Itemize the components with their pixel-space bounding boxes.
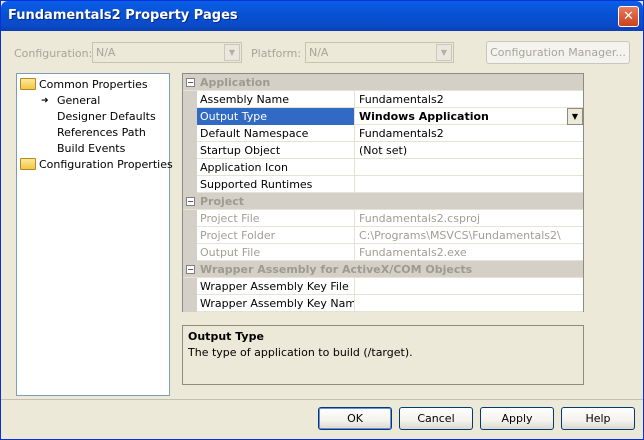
- configuration-value: N/A: [96, 46, 116, 59]
- folder-icon: [20, 158, 36, 170]
- property-row[interactable]: Startup Object (Not set): [183, 142, 583, 159]
- divider: [1, 399, 643, 400]
- category-project[interactable]: − Project: [183, 193, 583, 210]
- property-value[interactable]: Fundamentals2: [356, 125, 583, 142]
- platform-value: N/A: [309, 46, 329, 59]
- tree-item-build-events[interactable]: Build Events: [57, 141, 125, 157]
- tree-item-common-properties[interactable]: Common Properties: [20, 77, 148, 93]
- property-row[interactable]: Project File Fundamentals2.csproj: [183, 210, 583, 227]
- dropdown-arrow-icon[interactable]: ▼: [567, 108, 583, 125]
- property-row-selected[interactable]: Output Type Windows Application ▼: [183, 108, 583, 125]
- category-tree[interactable]: Common Properties ➜ General Designer Def…: [16, 73, 173, 396]
- property-row[interactable]: Supported Runtimes: [183, 176, 583, 193]
- property-name: Assembly Name: [197, 91, 355, 108]
- property-name: Startup Object: [197, 142, 355, 159]
- category-label: Application: [200, 76, 271, 89]
- tree-item-general[interactable]: ➜ General: [41, 93, 161, 109]
- window-title: Fundamentals2 Property Pages: [8, 8, 238, 23]
- selection-arrow-icon: ➜: [41, 96, 49, 106]
- property-name: Wrapper Assembly Key Name: [197, 295, 355, 312]
- configuration-manager-button: Configuration Manager...: [486, 41, 630, 64]
- tree-item-label: Common Properties: [39, 78, 148, 91]
- property-row[interactable]: Default Namespace Fundamentals2: [183, 125, 583, 142]
- title-bar[interactable]: Fundamentals2 Property Pages ✕: [1, 1, 643, 31]
- chevron-down-icon: ▼: [436, 44, 452, 61]
- property-value[interactable]: [356, 159, 583, 176]
- description-text: The type of application to build (/targe…: [188, 346, 413, 359]
- close-icon: ✕: [623, 9, 634, 24]
- property-name: Application Icon: [197, 159, 355, 176]
- property-value[interactable]: [356, 176, 583, 193]
- tree-item-configuration-properties[interactable]: Configuration Properties: [20, 157, 173, 173]
- ok-button[interactable]: OK: [318, 407, 392, 430]
- platform-label: Platform:: [251, 47, 302, 60]
- cancel-button[interactable]: Cancel: [399, 407, 473, 430]
- configuration-label: Configuration:: [14, 47, 93, 60]
- tree-item-label: Configuration Properties: [39, 158, 173, 171]
- tree-item-label: References Path: [57, 126, 146, 139]
- property-name: Output Type: [197, 108, 355, 125]
- property-name: Output File: [197, 244, 355, 261]
- property-grid[interactable]: − Application Assembly Name Fundamentals…: [182, 73, 584, 312]
- property-name: Default Namespace: [197, 125, 355, 142]
- category-label: Wrapper Assembly for ActiveX/COM Objects: [200, 263, 473, 276]
- folder-open-icon: [20, 78, 36, 90]
- category-wrapper-assembly[interactable]: − Wrapper Assembly for ActiveX/COM Objec…: [183, 261, 583, 278]
- property-name: Project File: [197, 210, 355, 227]
- property-value[interactable]: (Not set): [356, 142, 583, 159]
- category-label: Project: [200, 195, 245, 208]
- property-row[interactable]: Output File Fundamentals2.exe: [183, 244, 583, 261]
- description-title: Output Type: [188, 330, 264, 343]
- platform-select: N/A ▼: [305, 42, 454, 63]
- property-row[interactable]: Wrapper Assembly Key File: [183, 278, 583, 295]
- output-type-value[interactable]: Windows Application: [356, 108, 583, 125]
- property-row[interactable]: Assembly Name Fundamentals2: [183, 91, 583, 108]
- configuration-select: N/A ▼: [92, 42, 242, 63]
- close-button[interactable]: ✕: [618, 6, 639, 27]
- property-row[interactable]: Wrapper Assembly Key Name: [183, 295, 583, 312]
- property-value: C:\Programs\MSVCS\Fundamentals2\: [359, 229, 561, 242]
- property-value[interactable]: Fundamentals2: [356, 91, 583, 108]
- property-value: Fundamentals2.csproj: [359, 212, 481, 225]
- collapse-icon[interactable]: −: [186, 78, 195, 87]
- property-name: Supported Runtimes: [197, 176, 355, 193]
- description-panel: Output Type The type of application to b…: [182, 325, 584, 385]
- tree-item-designer-defaults[interactable]: Designer Defaults: [57, 109, 156, 125]
- tree-item-label: Designer Defaults: [57, 110, 156, 123]
- property-value[interactable]: [356, 295, 583, 312]
- tree-item-references-path[interactable]: References Path: [57, 125, 146, 141]
- property-pages-dialog: Fundamentals2 Property Pages ✕ Configura…: [0, 0, 644, 440]
- property-name: Project Folder: [197, 227, 355, 244]
- help-button[interactable]: Help: [561, 407, 635, 430]
- property-value: Fundamentals2.exe: [359, 246, 467, 259]
- tree-item-label: Build Events: [57, 142, 126, 155]
- collapse-icon[interactable]: −: [186, 265, 195, 274]
- category-application[interactable]: − Application: [183, 74, 583, 91]
- collapse-icon[interactable]: −: [186, 197, 195, 206]
- property-name: Wrapper Assembly Key File: [197, 278, 355, 295]
- tree-item-label: General: [57, 94, 101, 107]
- chevron-down-icon: ▼: [224, 44, 240, 61]
- property-row[interactable]: Application Icon: [183, 159, 583, 176]
- property-row[interactable]: Project Folder C:\Programs\MSVCS\Fundame…: [183, 227, 583, 244]
- property-value[interactable]: [356, 278, 583, 295]
- apply-button[interactable]: Apply: [480, 407, 554, 430]
